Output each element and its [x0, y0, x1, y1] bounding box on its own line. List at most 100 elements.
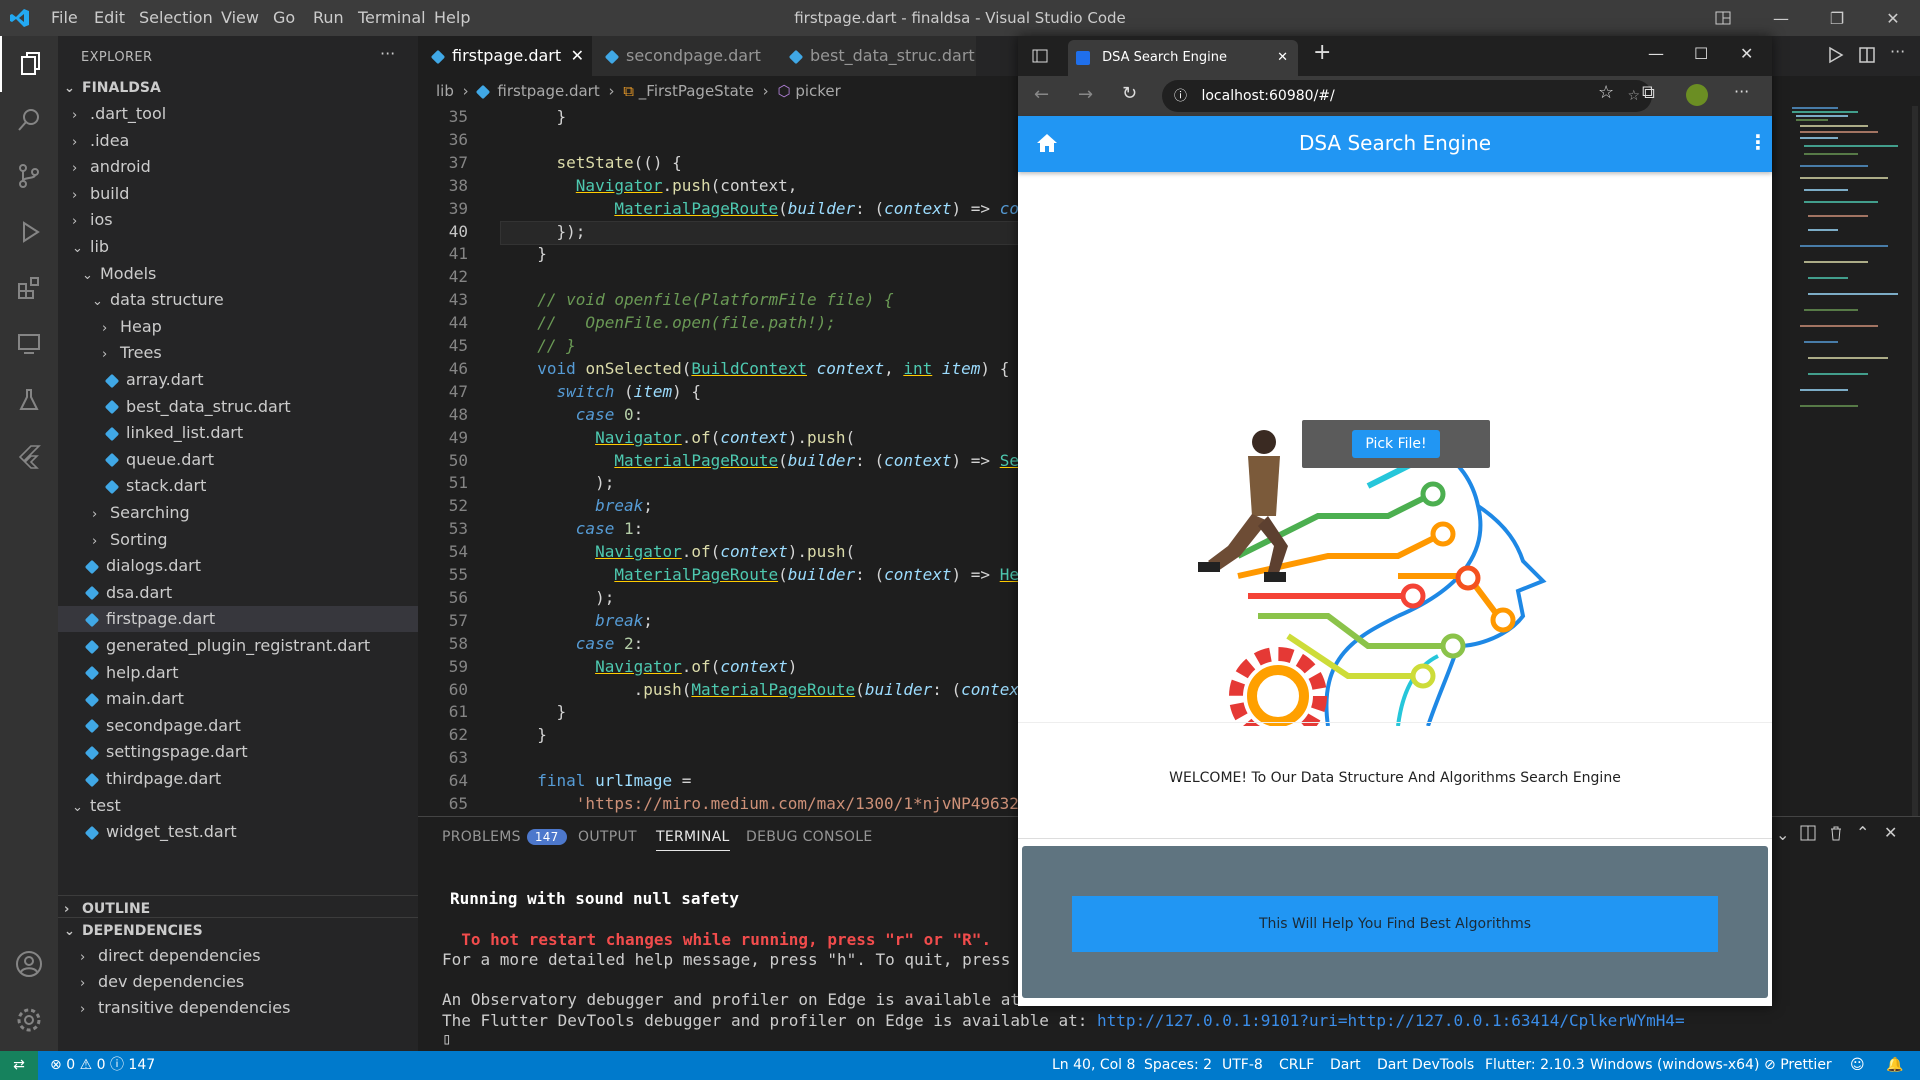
cursor-position[interactable]: Ln 40, Col 8 — [1052, 1051, 1135, 1080]
tab-debug-console[interactable]: DEBUG CONSOLE — [746, 829, 873, 845]
find-algorithms-button[interactable]: This Will Help You Find Best Algorithms — [1072, 896, 1718, 952]
more-actions-icon[interactable]: ··· — [1890, 42, 1905, 61]
tab-terminal[interactable]: TERMINAL — [656, 829, 730, 851]
tree-folder[interactable]: ⌄ test — [58, 793, 432, 819]
account-icon[interactable] — [0, 936, 58, 992]
profile-avatar[interactable] — [1686, 84, 1708, 106]
source-control-icon[interactable] — [0, 148, 58, 204]
more-actions-icon[interactable]: ··· — [1734, 82, 1749, 101]
browser-tab[interactable]: DSA Search Engine ✕ — [1068, 40, 1298, 76]
split-terminal-icon[interactable] — [1800, 825, 1816, 845]
tree-file[interactable]: settingspage.dart — [58, 739, 442, 765]
back-icon[interactable]: ← — [1034, 84, 1049, 105]
tree-file[interactable]: firstpage.dart — [58, 606, 442, 633]
problems-summary[interactable]: ⊗ 0 ⚠ 0 ⓘ 147 — [50, 1051, 155, 1080]
run-debug-icon[interactable] — [0, 204, 58, 260]
tab-output[interactable]: OUTPUT — [578, 829, 637, 845]
new-tab-icon[interactable]: + — [1313, 40, 1331, 65]
line-ending[interactable]: CRLF — [1279, 1051, 1314, 1080]
menu-help[interactable]: Help — [434, 0, 470, 36]
tree-file[interactable]: dialogs.dart — [58, 553, 442, 579]
tab-firstpage[interactable]: firstpage.dart ✕ — [418, 36, 593, 76]
breadcrumb-item[interactable]: picker — [795, 82, 840, 100]
project-root[interactable]: ⌄ FINALDSA — [58, 75, 424, 101]
minimize-button[interactable]: — — [1758, 0, 1804, 36]
tree-file[interactable]: dsa.dart — [58, 580, 442, 606]
tab-secondpage[interactable]: secondpage.dart — [592, 36, 777, 76]
close-tab-icon[interactable]: ✕ — [571, 36, 584, 76]
tree-file[interactable]: linked_list.dart — [58, 420, 462, 446]
dart-devtools[interactable]: Dart DevTools — [1377, 1051, 1474, 1080]
menu-selection[interactable]: Selection — [139, 0, 213, 36]
menu-terminal[interactable]: Terminal — [358, 0, 426, 36]
refresh-icon[interactable]: ↻ — [1122, 83, 1137, 104]
device-selector[interactable]: Windows (windows-x64) — [1590, 1051, 1759, 1080]
menu-edit[interactable]: Edit — [94, 0, 125, 36]
scrollbar[interactable] — [1912, 106, 1918, 816]
dependencies-section[interactable]: ⌄ DEPENDENCIES — [58, 917, 424, 944]
minimize-button[interactable]: — — [1648, 44, 1664, 63]
forward-icon[interactable]: → — [1078, 84, 1093, 105]
indentation[interactable]: Spaces: 2 — [1144, 1051, 1212, 1080]
tree-file[interactable]: help.dart — [58, 660, 442, 686]
tree-file[interactable]: generated_plugin_registrant.dart — [58, 633, 442, 659]
prettier-status[interactable]: ⊘ Prettier — [1764, 1051, 1832, 1080]
settings-gear-icon[interactable] — [0, 992, 58, 1048]
menu-file[interactable]: File — [51, 0, 78, 36]
close-tab-icon[interactable]: ✕ — [1277, 40, 1288, 76]
dependency-item[interactable]: › direct dependencies — [58, 943, 440, 969]
run-icon[interactable] — [1826, 46, 1844, 68]
tree-file[interactable]: queue.dart — [58, 447, 462, 473]
tree-folder[interactable]: › .dart_tool — [58, 101, 432, 127]
terminal-link[interactable]: http://127.0.0.1:9101?uri=http://127.0.0… — [1097, 1011, 1685, 1030]
close-panel-icon[interactable]: ✕ — [1884, 823, 1897, 842]
dependency-item[interactable]: › dev dependencies — [58, 969, 440, 995]
add-favorite-icon[interactable]: ☆ — [1627, 80, 1640, 112]
tree-file[interactable]: widget_test.dart — [58, 819, 442, 845]
tree-folder[interactable]: › ios — [58, 207, 432, 233]
more-actions-icon[interactable]: ··· — [380, 44, 395, 63]
tree-folder[interactable]: › .idea — [58, 128, 432, 154]
notifications-bell-icon[interactable]: 🔔 — [1886, 1051, 1903, 1080]
tree-file[interactable]: stack.dart — [58, 473, 462, 499]
minimap[interactable] — [1778, 106, 1920, 816]
chevron-down-icon[interactable]: ⌄ — [1776, 825, 1789, 844]
explorer-icon[interactable] — [0, 36, 60, 92]
pick-file-button[interactable]: Pick File! — [1352, 430, 1440, 458]
breadcrumb-item[interactable]: firstpage.dart — [497, 82, 599, 100]
flutter-icon[interactable] — [0, 428, 58, 484]
close-button[interactable]: ✕ — [1870, 0, 1916, 36]
collections-icon[interactable]: ⧉ — [1642, 82, 1655, 103]
search-icon[interactable] — [0, 92, 58, 148]
breadcrumb-item[interactable]: lib — [436, 82, 454, 100]
favorites-icon[interactable]: ☆ — [1598, 82, 1614, 103]
address-bar[interactable]: ⓘ localhost:60980/#/ ☆ — [1162, 80, 1652, 112]
tree-folder[interactable]: ⌄ lib — [58, 234, 432, 260]
tree-folder[interactable]: ⌄ data structure — [58, 287, 452, 313]
maximize-panel-icon[interactable]: ⌃ — [1856, 823, 1869, 842]
tab-best-data-struc[interactable]: best_data_struc.dart — [776, 36, 977, 76]
breadcrumb-item[interactable]: _FirstPageState — [639, 82, 754, 100]
tree-file[interactable]: best_data_struc.dart — [58, 394, 462, 420]
tree-file[interactable]: main.dart — [58, 686, 442, 712]
menu-go[interactable]: Go — [273, 0, 295, 36]
testing-icon[interactable] — [0, 372, 58, 428]
overflow-menu-icon[interactable]: ⋮ — [1748, 130, 1768, 154]
menu-run[interactable]: Run — [313, 0, 344, 36]
maximize-button[interactable]: ☐ — [1694, 44, 1708, 63]
tree-folder[interactable]: › Sorting — [58, 527, 452, 553]
extensions-icon[interactable] — [0, 260, 58, 316]
layout-icon[interactable] — [1700, 0, 1746, 36]
tab-problems[interactable]: PROBLEMS 147 — [442, 829, 567, 845]
encoding[interactable]: UTF-8 — [1222, 1051, 1263, 1080]
tree-file[interactable]: array.dart — [58, 367, 462, 393]
tree-file[interactable]: secondpage.dart — [58, 713, 442, 739]
tree-folder[interactable]: › Heap — [58, 314, 462, 340]
tree-folder[interactable]: › Searching — [58, 500, 452, 526]
close-button[interactable]: ✕ — [1740, 44, 1753, 63]
code-editor[interactable]: 35 } 36 37 setState(() {38 Navigator.push(… — [418, 106, 1018, 816]
tab-actions-icon[interactable] — [1032, 48, 1048, 68]
trash-icon[interactable] — [1828, 825, 1844, 845]
language-mode[interactable]: Dart — [1330, 1051, 1361, 1080]
tree-folder[interactable]: › Trees — [58, 340, 462, 366]
